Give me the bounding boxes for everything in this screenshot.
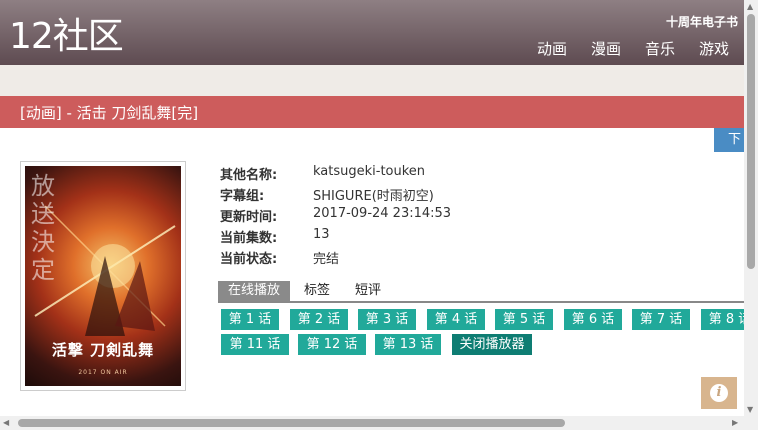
tab-short-reviews[interactable]: 短评	[355, 281, 381, 301]
episode-button[interactable]: 第 7 话	[632, 309, 690, 330]
page-title: [动画] - 活击 刀剑乱舞[完]	[20, 104, 199, 122]
nav-item-anime[interactable]: 动画	[537, 38, 567, 59]
detail-value: SHIGURE(时雨初空)	[313, 189, 434, 204]
anniversary-ebook-link[interactable]: 十周年电子书	[666, 13, 738, 30]
detail-label: 当前状态:	[220, 252, 278, 267]
detail-row: 更新时间: 2017-09-24 23:14:53	[220, 206, 451, 227]
scroll-left-icon[interactable]: ◀	[3, 418, 9, 427]
scroll-down-icon[interactable]: ▼	[747, 405, 753, 414]
site-logo[interactable]: 12社区	[9, 13, 124, 61]
detail-row: 字幕组: SHIGURE(时雨初空)	[220, 185, 451, 206]
episode-button[interactable]: 第 2 话	[290, 309, 348, 330]
detail-value: katsugeki-touken	[313, 164, 426, 179]
horizontal-scroll-thumb[interactable]	[18, 419, 565, 427]
detail-row: 当前集数: 13	[220, 227, 451, 248]
vertical-scroll-thumb[interactable]	[747, 14, 755, 269]
horizontal-scrollbar[interactable]: ◀ ▶	[0, 416, 744, 430]
detail-label: 字幕组:	[220, 189, 265, 204]
episode-button[interactable]: 第 5 话	[495, 309, 553, 330]
detail-label: 更新时间:	[220, 210, 278, 225]
detail-list: 其他名称: katsugeki-touken 字幕组: SHIGURE(时雨初空…	[220, 164, 451, 269]
poster-deco-text: 放送決定	[31, 172, 55, 284]
scroll-right-icon[interactable]: ▶	[732, 418, 738, 427]
download-button[interactable]: 下	[714, 128, 744, 152]
detail-label: 当前集数:	[220, 231, 278, 246]
poster: 放送決定 活撃 刀剣乱舞 2017 ON AIR	[20, 161, 186, 391]
detail-value: 完结	[313, 252, 340, 267]
episode-button[interactable]: 第 3 话	[358, 309, 416, 330]
nav-item-music[interactable]: 音乐	[645, 38, 675, 59]
title-bar: [动画] - 活击 刀剑乱舞[完]	[0, 96, 744, 128]
episode-button[interactable]: 第 13 话	[375, 334, 441, 355]
detail-value: 2017-09-24 23:14:53	[313, 206, 452, 221]
close-player-button[interactable]: 关闭播放器	[452, 334, 532, 355]
episode-button[interactable]: 第 4 话	[427, 309, 485, 330]
detail-value: 13	[313, 227, 330, 242]
detail-label: 其他名称:	[220, 168, 278, 183]
sub-header-band	[0, 65, 744, 96]
info-icon: i	[710, 384, 728, 402]
episode-button[interactable]: 第 12 话	[298, 334, 366, 355]
nav-item-games[interactable]: 游戏	[699, 38, 729, 59]
poster-image: 放送決定 活撃 刀剣乱舞 2017 ON AIR	[25, 166, 181, 386]
tab-online-play[interactable]: 在线播放	[218, 281, 291, 301]
poster-subtitle: 2017 ON AIR	[78, 369, 128, 376]
tab-bar: 在线播放 标签 短评	[218, 281, 744, 303]
poster-title: 活撃 刀剣乱舞	[51, 341, 155, 359]
detail-row: 当前状态: 完结	[220, 248, 451, 269]
detail-row: 其他名称: katsugeki-touken	[220, 164, 451, 185]
info-button[interactable]: i	[701, 377, 737, 409]
nav-item-manga[interactable]: 漫画	[591, 38, 621, 59]
episode-button[interactable]: 第 6 话	[564, 309, 622, 330]
episode-button[interactable]: 第 11 话	[221, 334, 289, 355]
tab-tags[interactable]: 标签	[304, 281, 330, 301]
episode-button[interactable]: 第 1 话	[221, 309, 279, 330]
site-header: 12社区 十周年电子书 动画 漫画 音乐 游戏	[0, 0, 744, 65]
scroll-up-icon[interactable]: ▲	[747, 2, 753, 11]
vertical-scrollbar[interactable]: ▲ ▼	[744, 0, 758, 430]
main-nav: 动画 漫画 音乐 游戏	[537, 38, 729, 59]
